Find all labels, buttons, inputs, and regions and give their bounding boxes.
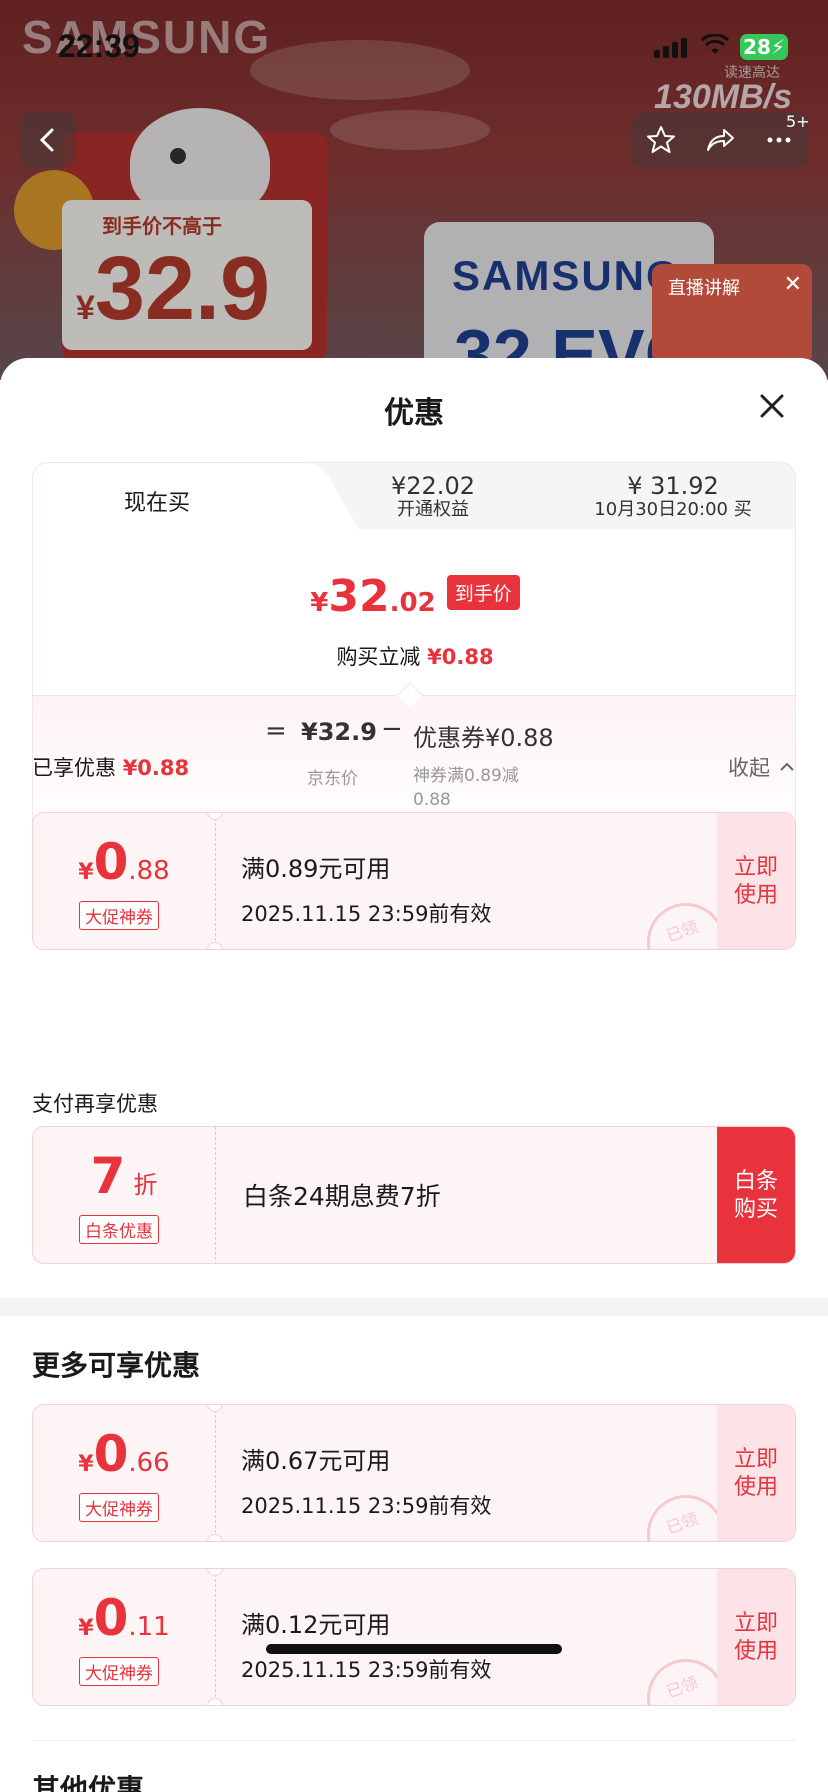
favorite-button[interactable] bbox=[637, 116, 685, 164]
coupon-condition: 满0.89元可用 bbox=[241, 855, 391, 883]
tab-membership-price: ¥22.02 bbox=[391, 472, 475, 500]
coupon-amount: ¥0.11 bbox=[78, 1589, 170, 1647]
coupon-deduction: 优惠券¥0.88 bbox=[413, 724, 554, 752]
instant-reduction: 购买立减 ¥0.88 bbox=[336, 645, 494, 669]
coupon-card: ¥0.88 大促神券 满0.89元可用 2025.11.15 23:59前有效 … bbox=[32, 812, 796, 950]
other-discounts-heading: 其他优惠 bbox=[32, 1773, 145, 1792]
close-icon bbox=[760, 394, 784, 418]
coupon-type-tag: 大促神券 bbox=[79, 901, 159, 930]
back-button[interactable] bbox=[20, 112, 76, 168]
sheet-title: 优惠 bbox=[384, 396, 444, 431]
section-divider bbox=[0, 1298, 828, 1316]
battery-indicator: 28⚡ bbox=[740, 34, 788, 60]
chevron-up-icon bbox=[780, 762, 794, 771]
home-indicator[interactable] bbox=[266, 1644, 562, 1654]
tab-membership[interactable]: ¥22.02 开通权益 bbox=[333, 473, 533, 521]
coupon-deduction-label: 神券满0.89减0.88 bbox=[413, 766, 519, 810]
tab-membership-label: 开通权益 bbox=[397, 499, 469, 520]
coupon-condition: 满0.67元可用 bbox=[241, 1447, 391, 1475]
signal-icon bbox=[654, 38, 687, 58]
discount-rate: 7折 bbox=[90, 1147, 158, 1205]
discount-sheet: 优惠 现在买 ¥22.02 开通权益 ¥ 31.92 10月30日20:00 买… bbox=[0, 358, 828, 1792]
chevron-left-icon bbox=[39, 128, 54, 152]
coupon-condition: 满0.12元可用 bbox=[241, 1611, 391, 1639]
enjoyed-discount-heading: 已享优惠 ¥0.88 bbox=[32, 756, 190, 780]
close-button[interactable] bbox=[752, 386, 792, 426]
equals-sign: = bbox=[265, 716, 287, 746]
coupon-type-tag: 大促神券 bbox=[79, 1493, 159, 1522]
live-label: 直播讲解 bbox=[668, 278, 740, 299]
nav-actions bbox=[632, 112, 808, 168]
coupon-validity: 2025.11.15 23:59前有效 bbox=[241, 1494, 492, 1518]
star-icon bbox=[647, 126, 676, 153]
coupon-type-tag: 白条优惠 bbox=[79, 1215, 159, 1244]
final-price: ¥32.02 bbox=[310, 571, 436, 622]
pay-discount-heading: 支付再享优惠 bbox=[32, 1092, 158, 1116]
share-button[interactable] bbox=[696, 116, 744, 164]
tab-scheduled-label: 10月30日20:00 买 bbox=[594, 499, 752, 520]
coupon-amount: ¥0.88 bbox=[78, 833, 170, 891]
jd-price-label: 京东价 bbox=[307, 769, 358, 789]
final-price-row: ¥32.02 到手价 bbox=[33, 571, 795, 622]
coupon-type-tag: 大促神券 bbox=[79, 1657, 159, 1686]
baitiao-description: 白条24期息费7折 bbox=[243, 1182, 441, 1211]
tab-scheduled-price: ¥ 31.92 bbox=[627, 472, 719, 500]
tab-buy-now-label[interactable]: 现在买 bbox=[33, 485, 281, 517]
minus-sign: − bbox=[381, 714, 403, 744]
coupon-validity: 2025.11.15 23:59前有效 bbox=[241, 1658, 492, 1682]
live-stream-window[interactable]: 直播讲解 ✕ bbox=[652, 264, 812, 364]
more-discounts-heading: 更多可享优惠 bbox=[32, 1349, 201, 1382]
status-bar: 22:39 28⚡ bbox=[0, 0, 828, 100]
share-icon bbox=[706, 129, 734, 151]
baitiao-coupon: 7折 白条优惠 白条24期息费7折 白条购买 bbox=[32, 1126, 796, 1264]
coupon-card: ¥0.66 大促神券 满0.67元可用 2025.11.15 23:59前有效 … bbox=[32, 1404, 796, 1542]
close-icon[interactable]: ✕ bbox=[784, 272, 802, 297]
status-time: 22:39 bbox=[58, 28, 140, 64]
coupon-card: ¥0.11 大促神券 满0.12元可用 2025.11.15 23:59前有效 … bbox=[32, 1568, 796, 1706]
wifi-icon bbox=[700, 34, 730, 54]
purchase-tabs: 现在买 ¥22.02 开通权益 ¥ 31.92 10月30日20:00 买 bbox=[33, 463, 795, 533]
coupon-amount: ¥0.66 bbox=[78, 1425, 170, 1483]
tab-scheduled[interactable]: ¥ 31.92 10月30日20:00 买 bbox=[553, 473, 793, 521]
final-price-tag: 到手价 bbox=[446, 575, 520, 610]
use-now-button[interactable]: 立即使用 bbox=[717, 1569, 795, 1705]
baitiao-buy-button[interactable]: 白条购买 bbox=[717, 1127, 795, 1263]
divider-line bbox=[32, 1740, 796, 1741]
coupon-validity: 2025.11.15 23:59前有效 bbox=[241, 902, 492, 926]
use-now-button[interactable]: 立即使用 bbox=[717, 813, 795, 949]
message-badge: 5+ bbox=[786, 112, 810, 131]
collapse-button[interactable]: 收起 bbox=[728, 752, 796, 782]
use-now-button[interactable]: 立即使用 bbox=[717, 1405, 795, 1541]
jd-price: ¥32.9 bbox=[301, 718, 377, 746]
